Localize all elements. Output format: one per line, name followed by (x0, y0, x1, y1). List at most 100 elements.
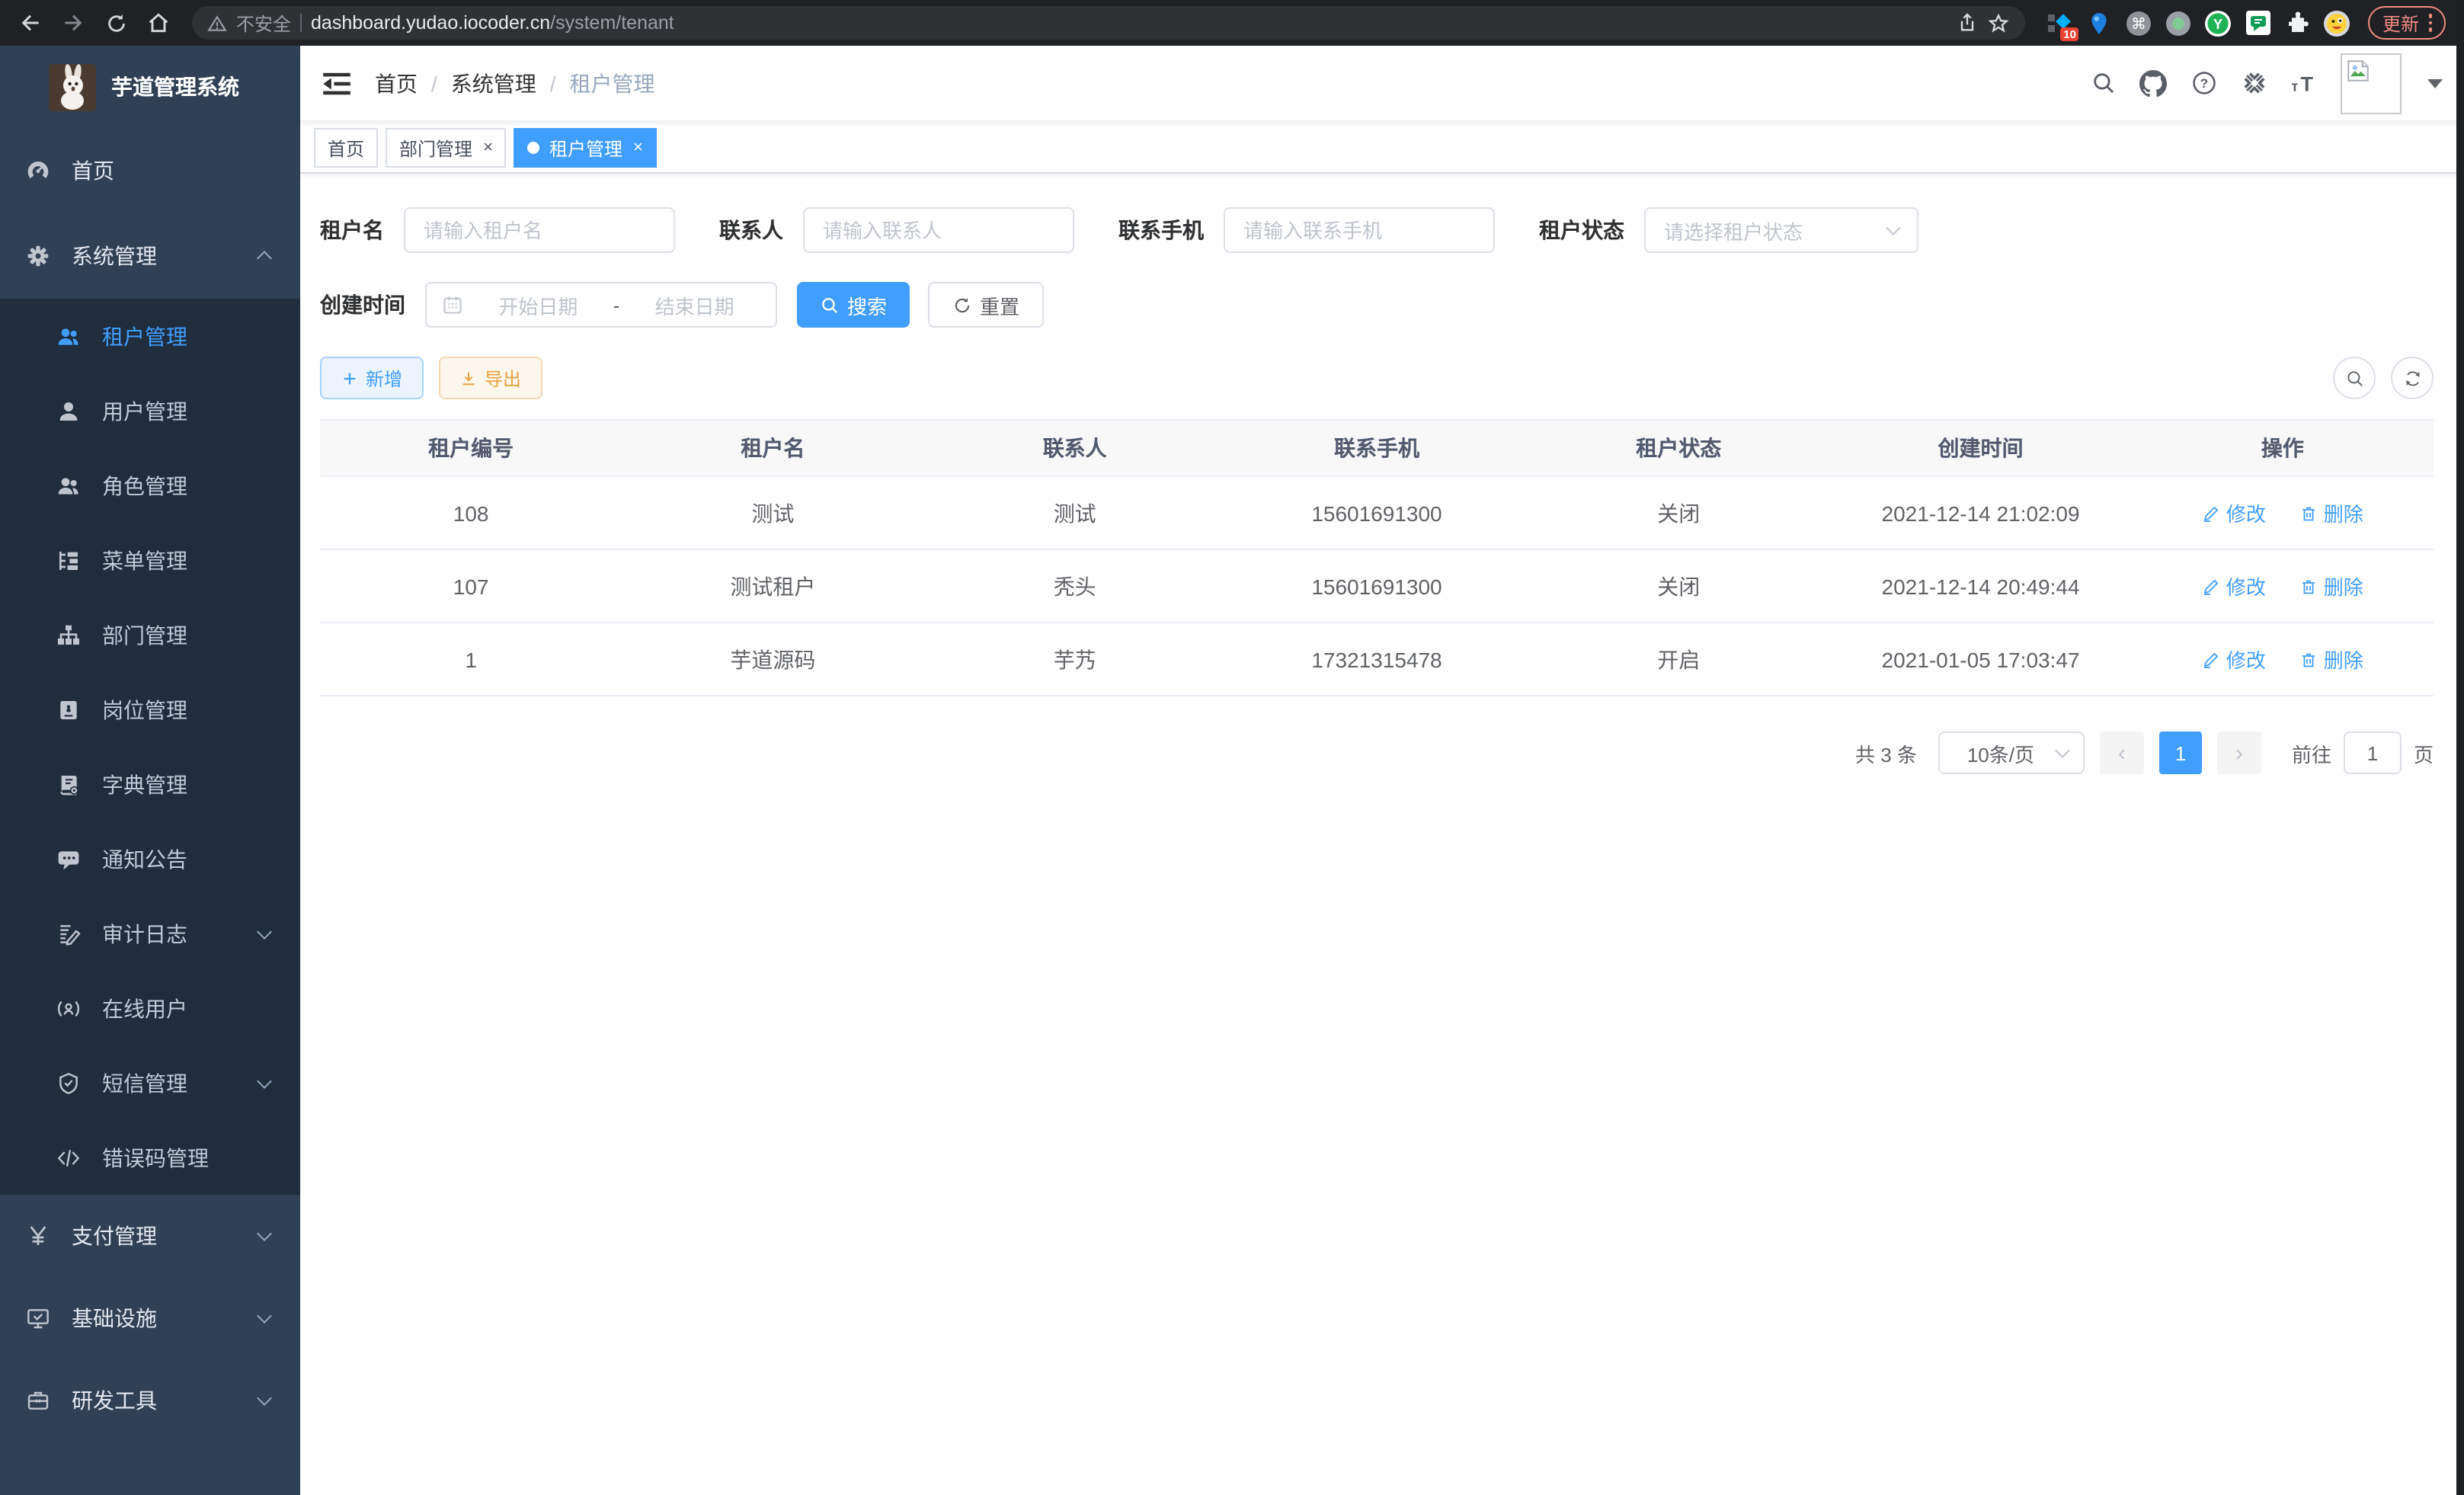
address-bar[interactable]: 不安全 dashboard.yudao.iocoder.cn/system/te… (192, 6, 2026, 40)
delete-link[interactable]: 删除 (2299, 645, 2363, 674)
filter-form-row-2: 创建时间 开始日期 - 结束日期 搜索 (320, 282, 2434, 328)
sidebar-item-label: 系统管理 (72, 241, 157, 271)
sidebar-item-notice[interactable]: 通知公告 (0, 821, 300, 896)
svg-text:T: T (2301, 73, 2314, 96)
sidebar-collapse-icon[interactable] (323, 71, 350, 95)
app-logo-row[interactable]: 芋道管理系统 (0, 46, 300, 128)
bookmark-star-icon[interactable] (1988, 11, 2011, 34)
sidebar-item-dict[interactable]: 字典管理 (0, 747, 300, 821)
sidebar-item-audit-log[interactable]: 审计日志 (0, 896, 300, 971)
col-mobile: 联系手机 (1226, 420, 1528, 476)
browser-reload-icon[interactable] (98, 5, 134, 41)
tab-tenant[interactable]: 租户管理× (514, 128, 657, 168)
fullscreen-icon[interactable] (2240, 69, 2267, 97)
address-divider (300, 14, 302, 32)
extension-emoji-icon[interactable] (2325, 10, 2350, 36)
export-button[interactable]: 导出 (439, 357, 542, 399)
avatar-dropdown-caret-icon[interactable] (2427, 78, 2443, 88)
extension-diamond-icon[interactable]: 10 (2047, 10, 2073, 36)
sidebar-item-label: 短信管理 (102, 1068, 187, 1098)
shield-check-icon (56, 1071, 81, 1095)
extension-pin-icon[interactable] (2087, 10, 2113, 36)
sidebar-item-infra[interactable]: 基础设施 (0, 1277, 300, 1359)
delete-link[interactable]: 删除 (2299, 498, 2363, 527)
tab-label: 部门管理 (399, 135, 472, 161)
extension-puzzle-icon[interactable] (2285, 10, 2311, 36)
cell-created: 2021-12-14 20:49:44 (1829, 549, 2131, 623)
sidebar-item-pay[interactable]: 支付管理 (0, 1195, 300, 1277)
sidebar-item-tenant[interactable]: 租户管理 (0, 299, 300, 373)
sidebar-item-post[interactable]: 岗位管理 (0, 672, 300, 747)
share-icon[interactable] (1957, 12, 1979, 34)
goto-page-input[interactable] (2344, 731, 2402, 774)
chevron-down-icon (257, 924, 272, 939)
tab-close-icon[interactable]: × (633, 139, 643, 156)
sidebar-item-online-user[interactable]: 在线用户 (0, 971, 300, 1045)
delete-link[interactable]: 删除 (2299, 571, 2363, 600)
github-icon[interactable] (2139, 69, 2167, 97)
page-number-1[interactable]: 1 (2159, 731, 2202, 774)
page-size-select[interactable]: 10条/页 (1938, 731, 2085, 774)
edit-link-label: 修改 (2226, 498, 2266, 527)
col-tenant-name: 租户名 (622, 420, 923, 476)
next-page-button[interactable]: › (2217, 731, 2261, 774)
tags-view-bar: 首页 部门管理 × 租户管理× (300, 122, 2464, 174)
avatar[interactable] (2341, 53, 2402, 114)
sidebar-item-system[interactable]: 系统管理 (0, 213, 300, 299)
not-secure-label[interactable]: 不安全 (236, 10, 291, 36)
sidebar-item-dev-tools[interactable]: 研发工具 (0, 1359, 300, 1442)
refresh-table-button[interactable] (2391, 357, 2434, 399)
tab-home[interactable]: 首页 (314, 128, 378, 168)
sidebar-item-error-code[interactable]: 错误码管理 (0, 1120, 300, 1195)
browser-back-icon[interactable] (12, 5, 49, 41)
breadcrumb-home[interactable]: 首页 (375, 68, 418, 98)
font-size-icon[interactable]: тT (2290, 69, 2318, 97)
sidebar-item-label: 支付管理 (72, 1221, 157, 1251)
sidebar-item-dept[interactable]: 部门管理 (0, 597, 300, 672)
breadcrumb-system[interactable]: 系统管理 (451, 68, 536, 98)
edit-link[interactable]: 修改 (2202, 645, 2266, 674)
add-button[interactable]: 新增 (320, 357, 424, 399)
screen: 不安全 dashboard.yudao.iocoder.cn/system/te… (0, 0, 2464, 1495)
edit-link[interactable]: 修改 (2202, 498, 2266, 527)
edit-link[interactable]: 修改 (2202, 571, 2266, 600)
extension-chat-icon[interactable] (2245, 10, 2271, 36)
help-icon[interactable]: ? (2190, 69, 2217, 97)
tab-close-icon[interactable]: × (483, 139, 493, 156)
page-url[interactable]: dashboard.yudao.iocoder.cn/system/tenant (311, 12, 674, 34)
date-end-placeholder[interactable]: 结束日期 (629, 290, 760, 319)
prev-page-button[interactable]: ‹ (2100, 731, 2144, 774)
cell-tenant-id: 107 (320, 549, 622, 623)
tenant-name-input[interactable] (404, 207, 675, 253)
search-button[interactable]: 搜索 (797, 282, 910, 328)
tenant-name-label: 租户名 (320, 215, 384, 245)
extension-y-icon[interactable]: Y (2206, 10, 2232, 36)
browser-menu-icon[interactable] (2428, 14, 2432, 32)
app-title: 芋道管理系统 (111, 72, 239, 102)
extension-command-icon[interactable]: ⌘ (2126, 10, 2152, 36)
browser-home-icon[interactable] (140, 5, 177, 41)
status-select[interactable]: 请选择租户状态 (1644, 207, 1918, 253)
sidebar-item-user[interactable]: 用户管理 (0, 373, 300, 448)
reset-button[interactable]: 重置 (928, 282, 1044, 328)
browser-update-button[interactable]: 更新 (2369, 6, 2446, 40)
header-search-icon[interactable] (2089, 69, 2117, 97)
sidebar-item-label: 研发工具 (72, 1385, 157, 1416)
date-start-placeholder[interactable]: 开始日期 (472, 290, 604, 319)
sidebar-item-role[interactable]: 角色管理 (0, 448, 300, 523)
cell-status: 关闭 (1528, 476, 1829, 549)
create-time-range-picker[interactable]: 开始日期 - 结束日期 (425, 282, 777, 328)
extension-green-dot-icon[interactable] (2166, 10, 2192, 36)
search-button-label: 搜索 (847, 290, 887, 319)
gear-icon (26, 244, 50, 268)
sidebar-item-menu[interactable]: 菜单管理 (0, 523, 300, 597)
sidebar-item-sms[interactable]: 短信管理 (0, 1045, 300, 1120)
cell-tenant-id: 108 (320, 476, 622, 549)
contact-input[interactable] (803, 207, 1074, 253)
mobile-input[interactable] (1224, 207, 1495, 253)
show-search-toggle-button[interactable] (2333, 357, 2376, 399)
browser-forward-icon[interactable] (55, 5, 91, 41)
tab-dept[interactable]: 部门管理 × (386, 128, 507, 168)
cell-contact: 测试 (924, 476, 1226, 549)
sidebar-item-home[interactable]: 首页 (0, 128, 300, 213)
